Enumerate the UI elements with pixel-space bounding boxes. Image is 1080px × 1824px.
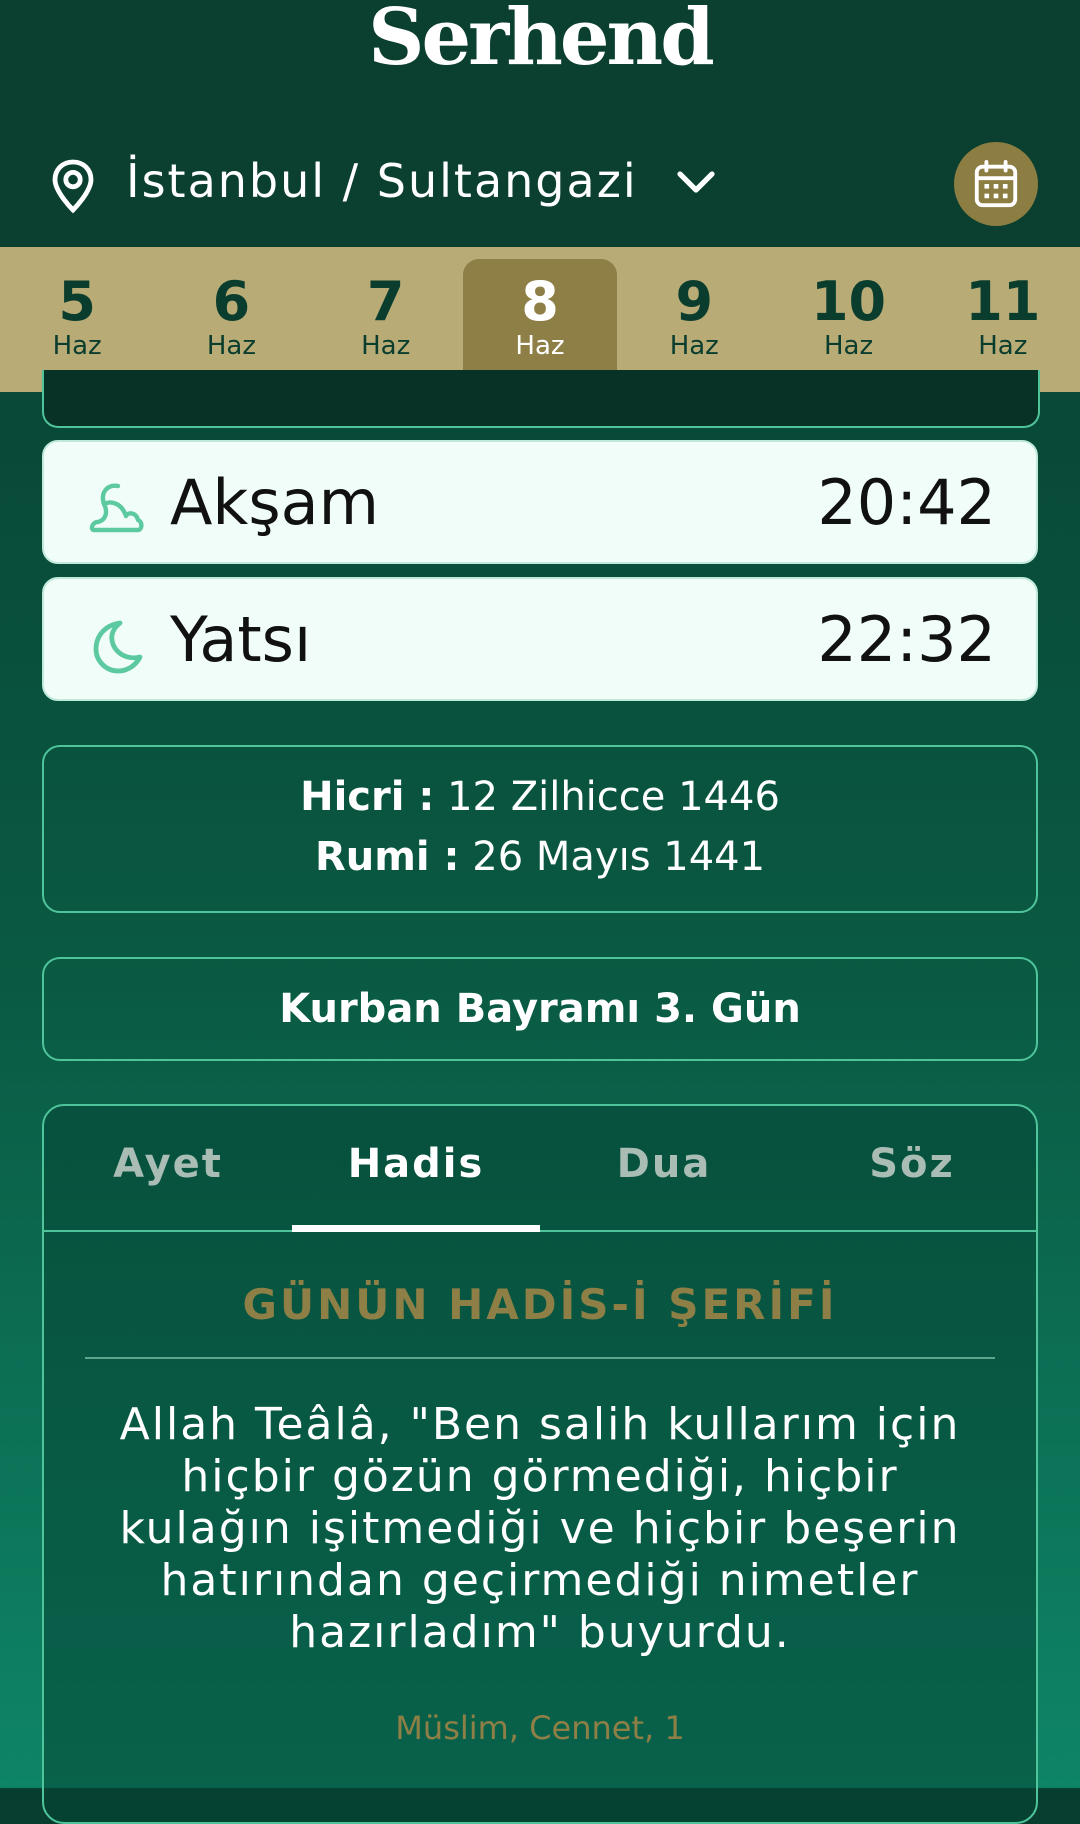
map-pin-icon[interactable] [48,158,98,214]
day-number: 8 [521,270,559,333]
day-number: 7 [366,270,405,333]
prayer-name: Akşam [170,466,380,539]
tab-hadis[interactable]: Hadis [292,1106,540,1232]
calendar-icon [974,159,1018,208]
prayer-time: 20:42 [817,466,996,539]
tab-soz[interactable]: Söz [788,1106,1036,1230]
day-month: Haz [978,331,1028,361]
daily-content-card: Ayet Hadis Dua Söz GÜNÜN HADİS-İ ŞERİFİ … [42,1104,1038,1824]
sunset-icon [89,483,144,533]
section-title: GÜNÜN HADİS-İ ŞERİFİ [242,1280,838,1329]
day-month: Haz [515,331,565,361]
day-month: Haz [52,331,102,361]
tab-dua[interactable]: Dua [540,1106,788,1230]
rumi-value: 26 Mayıs 1441 [472,834,766,880]
prayer-card-partial [42,370,1040,428]
prayer-time: 22:32 [817,603,996,676]
moon-icon [93,620,143,674]
day-month: Haz [669,331,719,361]
hadis-text: Allah Teâlâ, "Ben salih kullarım için hi… [119,1399,961,1658]
app-logo: Serhend [368,0,715,83]
app-header: Serhend İstanbul / Sultangazi [0,0,1080,247]
hicri-value: 12 Zilhicce 1446 [447,774,780,820]
content-tabs: Ayet Hadis Dua Söz [44,1106,1036,1232]
day-month: Haz [361,331,411,361]
day-month: Haz [206,331,256,361]
prayer-name: Yatsı [170,603,312,676]
event-box: Kurban Bayramı 3. Gün [42,957,1038,1061]
location-selector[interactable]: İstanbul / Sultangazi [126,154,638,208]
day-month: Haz [823,331,874,361]
calendar-info-box: Hicri : 12 Zilhicce 1446 Rumi : 26 Mayıs… [42,745,1038,913]
prayer-card-yatsi: Yatsı 22:32 [42,577,1038,701]
day-number: 6 [212,270,251,333]
hicri-date: Hicri : 12 Zilhicce 1446 [44,771,1036,823]
divider [85,1357,995,1359]
calendar-button[interactable] [954,142,1038,226]
prayer-card-aksam: Akşam 20:42 [42,440,1038,564]
day-number: 5 [58,270,96,333]
rumi-label: Rumi : [314,834,460,880]
day-number: 9 [675,270,714,333]
day-number: 11 [965,270,1041,333]
day-number: 10 [810,270,887,333]
chevron-down-icon[interactable] [676,168,716,196]
tab-ayet[interactable]: Ayet [44,1106,292,1230]
rumi-date: Rumi : 26 Mayıs 1441 [44,831,1036,883]
hicri-label: Hicri : [300,774,435,820]
hadis-source: Müslim, Cennet, 1 [395,1709,685,1747]
